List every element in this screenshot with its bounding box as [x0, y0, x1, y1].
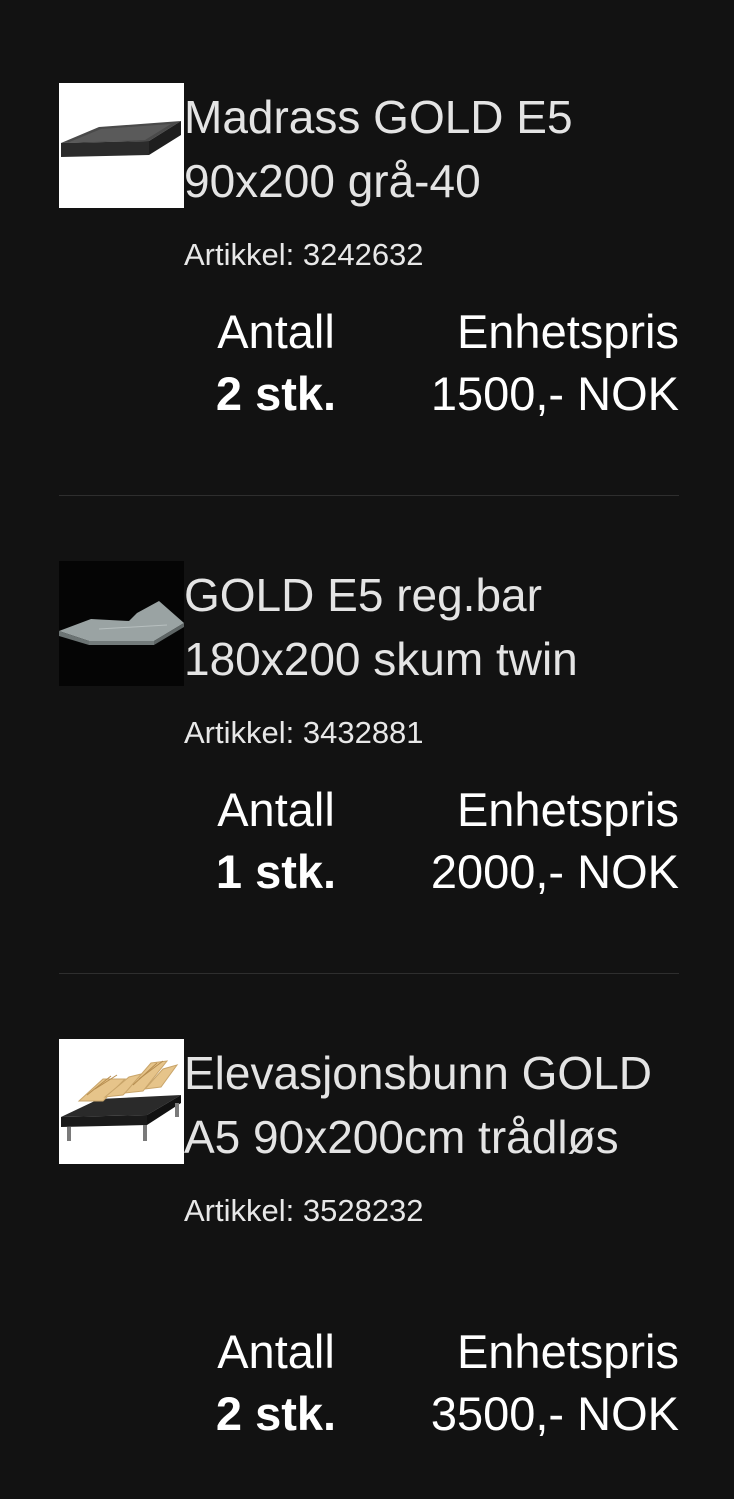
item-info: Madrass GOLD E5 90x200 grå-40 Artikkel: …	[184, 83, 679, 275]
item-divider	[59, 973, 679, 974]
quantity-block: Antall 2 stk.	[206, 1321, 346, 1445]
unit-price-label: Enhetspris	[456, 783, 679, 836]
cart-item: GOLD E5 reg.bar 180x200 skum twin Artikk…	[59, 561, 679, 911]
adjustable-bed-base-image[interactable]	[59, 1039, 184, 1164]
adjustable-topper-image[interactable]	[59, 561, 184, 686]
quantity-value: 1 stk.	[215, 845, 337, 898]
unit-price-value: 3500,- NOK	[430, 1387, 679, 1440]
unit-price-value: 2000,- NOK	[430, 845, 679, 898]
quantity-block: Antall 2 stk.	[206, 301, 346, 425]
product-name[interactable]: Elevasjonsbunn GOLD A5 90x200cm trådløs	[184, 1041, 679, 1169]
quantity-block: Antall 1 stk.	[206, 779, 346, 903]
quantity-label: Antall	[217, 305, 335, 358]
item-info: Elevasjonsbunn GOLD A5 90x200cm trådløs …	[184, 1039, 679, 1231]
quantity-value: 2 stk.	[215, 1387, 337, 1440]
unit-price-value: 1500,- NOK	[430, 367, 679, 420]
cart-item: Elevasjonsbunn GOLD A5 90x200cm trådløs …	[59, 1039, 679, 1459]
article-number: Artikkel: 3432881	[184, 715, 424, 750]
mattress-image[interactable]	[59, 83, 184, 208]
quantity-label: Antall	[217, 1325, 335, 1378]
item-info: GOLD E5 reg.bar 180x200 skum twin Artikk…	[184, 561, 679, 753]
article-number: Artikkel: 3242632	[184, 237, 424, 272]
unit-price-block: Enhetspris 1500,- NOK	[399, 301, 679, 425]
quantity-value: 2 stk.	[215, 367, 337, 420]
unit-price-label: Enhetspris	[456, 305, 679, 358]
article-number: Artikkel: 3528232	[184, 1193, 424, 1228]
item-divider	[59, 495, 679, 496]
quantity-label: Antall	[217, 783, 335, 836]
unit-price-block: Enhetspris 3500,- NOK	[399, 1321, 679, 1445]
unit-price-label: Enhetspris	[456, 1325, 679, 1378]
cart-item: Madrass GOLD E5 90x200 grå-40 Artikkel: …	[59, 83, 679, 433]
product-name[interactable]: Madrass GOLD E5 90x200 grå-40	[184, 85, 679, 213]
product-name[interactable]: GOLD E5 reg.bar 180x200 skum twin	[184, 563, 679, 691]
unit-price-block: Enhetspris 2000,- NOK	[399, 779, 679, 903]
